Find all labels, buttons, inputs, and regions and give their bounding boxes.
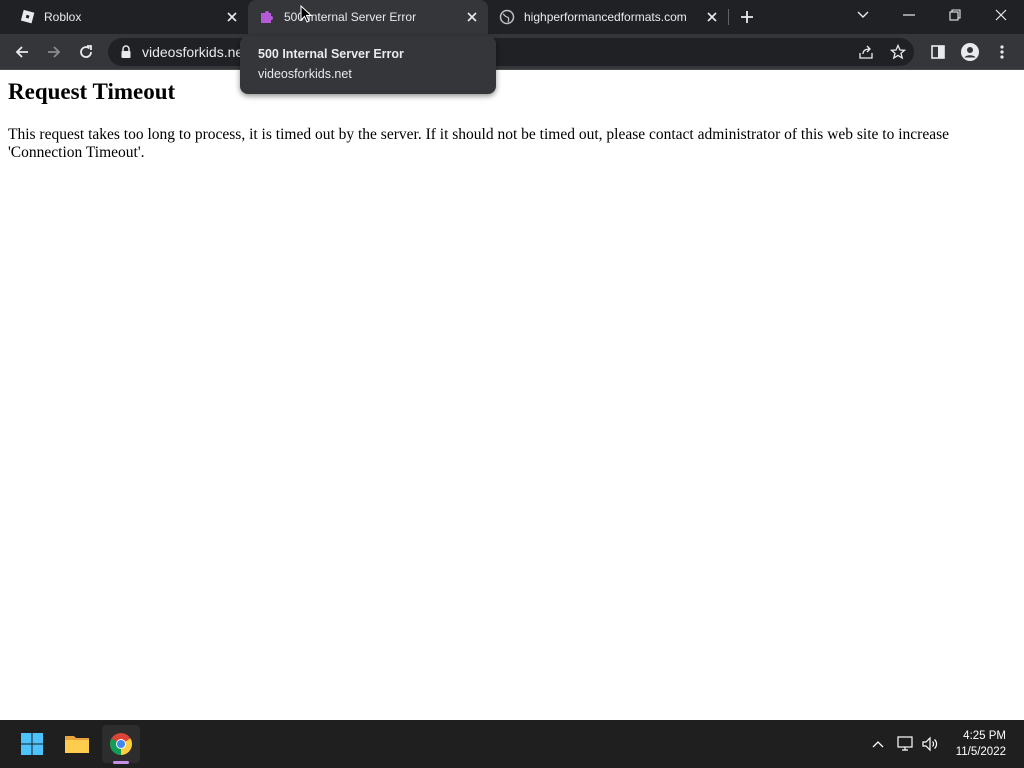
address-bar[interactable]: videosforkids.net xyxy=(108,38,914,66)
side-panel-icon[interactable] xyxy=(926,40,950,64)
tab-highperformancedformats[interactable]: highperformancedformats.com xyxy=(488,0,728,34)
close-icon[interactable] xyxy=(224,9,240,25)
chevron-up-icon[interactable] xyxy=(868,734,888,754)
chrome-icon[interactable] xyxy=(102,725,140,763)
restore-icon[interactable] xyxy=(932,0,978,30)
tab-500-error[interactable]: 500 Internal Server Error xyxy=(248,0,488,34)
puzzle-icon xyxy=(259,9,275,25)
page-heading: Request Timeout xyxy=(8,79,176,104)
tab-title: highperformancedformats.com xyxy=(524,10,687,24)
tab-search-icon[interactable] xyxy=(840,0,886,30)
globe-icon xyxy=(499,9,515,25)
profile-avatar-icon[interactable] xyxy=(958,40,982,64)
tab-roblox[interactable]: Roblox xyxy=(8,0,248,34)
close-icon[interactable] xyxy=(704,9,720,25)
error-message: This request takes too long to process, … xyxy=(8,126,949,161)
tab-strip: Roblox 500 Internal Server Error highper… xyxy=(0,0,1024,34)
file-explorer-icon[interactable] xyxy=(58,725,96,763)
system-clock[interactable]: 4:25 PM 11/5/2022 xyxy=(956,728,1006,760)
close-icon[interactable] xyxy=(464,9,480,25)
clock-time: 4:25 PM xyxy=(963,730,1006,742)
forward-arrow-icon[interactable] xyxy=(42,40,66,64)
reload-icon[interactable] xyxy=(74,40,98,64)
tab-title: Roblox xyxy=(44,10,82,24)
page-content: Request Timeout This request takes too l… xyxy=(0,71,1024,720)
active-app-indicator xyxy=(113,761,129,764)
back-arrow-icon[interactable] xyxy=(10,40,34,64)
windows-taskbar: 4:25 PM 11/5/2022 xyxy=(0,720,1024,768)
new-tab-icon[interactable] xyxy=(738,8,756,26)
lock-icon[interactable] xyxy=(120,45,132,59)
volume-icon[interactable] xyxy=(920,734,940,754)
close-window-icon[interactable] xyxy=(978,0,1024,30)
roblox-icon xyxy=(19,9,35,25)
tab-hover-tooltip: 500 Internal Server Error videosforkids.… xyxy=(240,36,496,94)
tab-divider xyxy=(728,9,729,25)
bookmark-star-icon[interactable] xyxy=(886,40,910,64)
tooltip-title: 500 Internal Server Error xyxy=(258,47,404,61)
clock-date: 11/5/2022 xyxy=(955,746,1006,758)
minimize-icon[interactable] xyxy=(886,0,932,30)
tooltip-domain: videosforkids.net xyxy=(258,67,352,81)
start-icon[interactable] xyxy=(13,725,51,763)
network-icon[interactable] xyxy=(896,734,916,754)
share-icon[interactable] xyxy=(854,40,878,64)
menu-kebab-icon[interactable] xyxy=(990,40,1014,64)
browser-toolbar: videosforkids.net xyxy=(0,34,1024,70)
mouse-cursor-icon xyxy=(300,4,313,23)
url-text[interactable]: videosforkids.net xyxy=(142,44,247,60)
